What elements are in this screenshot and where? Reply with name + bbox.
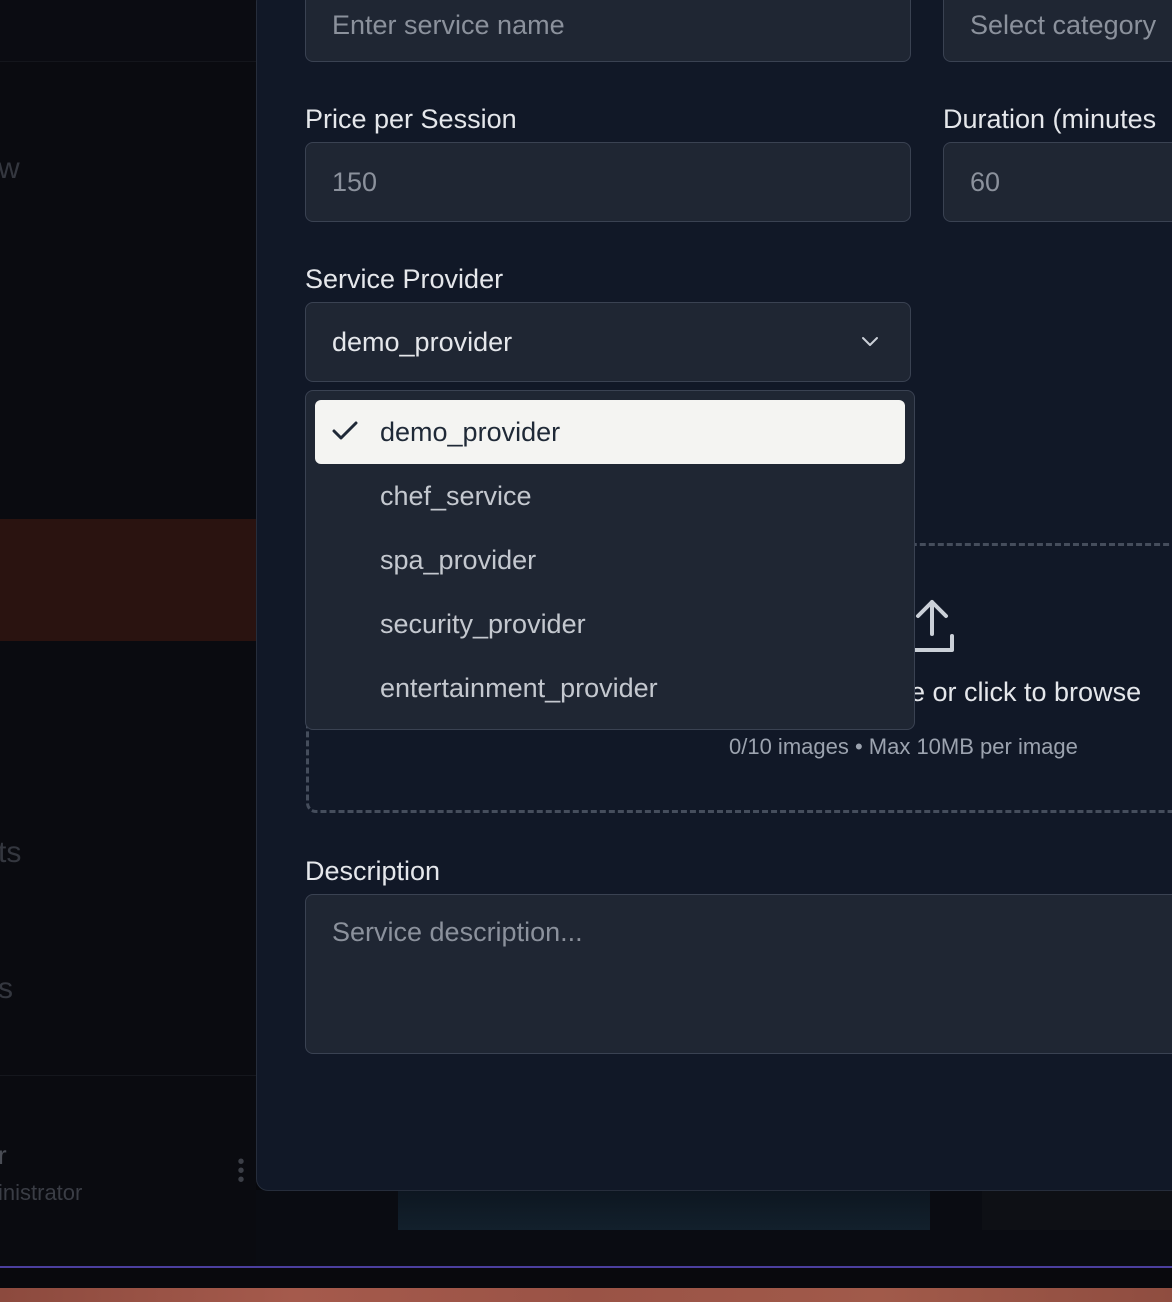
- sidebar-background: w ts s r inistrator • • •: [0, 0, 256, 1266]
- service-name-placeholder: Enter service name: [332, 9, 565, 40]
- sidebar-header: [0, 0, 256, 62]
- sidebar-divider: [0, 1075, 256, 1076]
- dropdown-option-demo-provider[interactable]: demo_provider: [315, 400, 905, 464]
- provider-dropdown-menu: demo_provider chef_service spa_provider …: [305, 390, 915, 730]
- price-placeholder: 150: [332, 166, 378, 197]
- check-icon: [332, 421, 358, 440]
- chevron-down-icon: [862, 337, 878, 346]
- upload-icon: [910, 600, 954, 652]
- sidebar-item-fragment: ts: [0, 836, 22, 869]
- duration-label: Duration (minutes: [943, 104, 1157, 134]
- dropzone-text: e or click to browse: [910, 677, 1142, 707]
- dropdown-option-label: spa_provider: [380, 544, 537, 575]
- background-image: [398, 1190, 930, 1230]
- dropzone-limits: 0/10 images • Max 10MB per image: [729, 734, 1078, 759]
- description-label: Description: [305, 856, 441, 886]
- sidebar-item-active: [0, 519, 256, 641]
- duration-placeholder: 60: [970, 166, 1001, 197]
- user-name: r: [0, 1140, 7, 1170]
- category-placeholder: Select category: [970, 9, 1157, 40]
- dropdown-option-chef-service[interactable]: chef_service: [315, 464, 905, 528]
- duration-input[interactable]: 60: [943, 142, 1172, 222]
- dropdown-option-security-provider[interactable]: security_provider: [315, 592, 905, 656]
- dropdown-option-label: entertainment_provider: [380, 672, 658, 703]
- dropdown-option-label: demo_provider: [380, 416, 561, 447]
- provider-selected-value: demo_provider: [332, 326, 513, 357]
- dropdown-option-label: security_provider: [380, 608, 586, 639]
- description-placeholder: Service description...: [332, 917, 583, 947]
- taskbar: [0, 1268, 1172, 1302]
- kebab-menu-icon: • • •: [237, 1151, 245, 1191]
- provider-label: Service Provider: [305, 264, 504, 294]
- service-name-input[interactable]: Enter service name: [305, 0, 911, 62]
- category-select[interactable]: Select category: [943, 0, 1172, 62]
- price-label: Price per Session: [305, 104, 517, 134]
- main-background: [256, 1190, 1172, 1266]
- description-textarea[interactable]: Service description...: [305, 894, 1172, 1054]
- dropdown-option-entertainment-provider[interactable]: entertainment_provider: [315, 656, 905, 720]
- user-role: inistrator: [0, 1180, 83, 1205]
- provider-select[interactable]: demo_provider: [305, 302, 911, 382]
- background-image: [982, 1190, 1172, 1230]
- sidebar-item-fragment: s: [0, 972, 13, 1005]
- price-input[interactable]: 150: [305, 142, 911, 222]
- sidebar-item-fragment: w: [0, 152, 20, 185]
- dropdown-option-label: chef_service: [380, 480, 532, 511]
- dropdown-option-spa-provider[interactable]: spa_provider: [315, 528, 905, 592]
